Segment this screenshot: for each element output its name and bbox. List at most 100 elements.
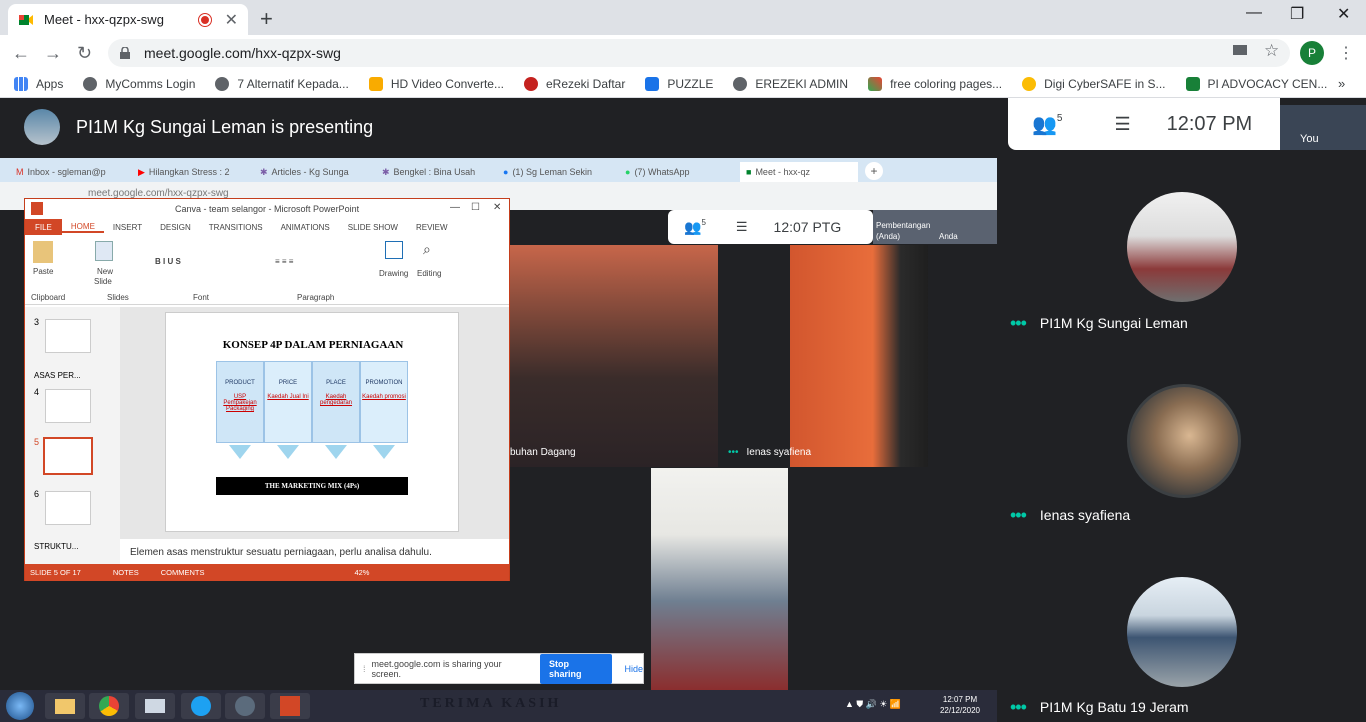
slide-col-product: PRODUCT USP Pempakejan Packaging — [216, 361, 264, 443]
taskbar-powerpoint-icon — [270, 693, 310, 719]
ppt-window-title: Canva - team selangor - Microsoft PowerP… — [175, 204, 360, 214]
browser-tab-meet[interactable]: Meet - hxx-qzpx-swg ✕ — [8, 4, 248, 35]
profile-avatar[interactable]: P — [1300, 41, 1324, 65]
powerpoint-window: Canva - team selangor - Microsoft PowerP… — [24, 198, 510, 581]
ppt-maximize-icon: ☐ — [471, 202, 480, 213]
participant-avatar-3[interactable] — [1127, 577, 1237, 687]
new-tab-button[interactable]: + — [260, 6, 273, 32]
bookmark-erezeki-daftar[interactable]: eRezeki Daftar — [523, 77, 625, 91]
screen-share-notice: ⁞ meet.google.com is sharing your screen… — [354, 653, 644, 684]
minimize-button[interactable]: — — [1246, 4, 1262, 22]
presenting-banner: PI1M Kg Sungai Leman is presenting — [0, 98, 1008, 156]
puzzle-icon — [645, 77, 660, 91]
new-slide-icon — [95, 241, 113, 261]
bookmark-mycomms[interactable]: MyComms Login — [83, 77, 195, 91]
ppt-tab-animations: ANIMATIONS — [280, 222, 330, 232]
slide-col-place: PLACE Kaedah pengedaran — [312, 361, 360, 443]
slide-col-promotion: PROMOTION Kaedah promosi — [360, 361, 408, 443]
video-tile-perniagaan: buhan Dagang — [510, 245, 718, 467]
address-bar[interactable]: meet.google.com/hxx-qzpx-swg — [108, 39, 1290, 67]
ppt-ribbon: Paste New Slide B I U S ≡ ≡ ≡ Drawing ⌕ … — [25, 235, 509, 305]
shared-tab-articles: ✱ Articles - Kg Sunga — [260, 166, 349, 178]
hide-button[interactable]: Hide — [624, 664, 643, 674]
forward-button[interactable]: → — [44, 43, 62, 64]
slide-thumb-3 — [45, 319, 91, 353]
slide-col-price: PRICE Kaedah Jual Ini — [264, 361, 312, 443]
shared-tab-youtube: ▶ Hilangkan Stress : 2 — [138, 166, 230, 178]
ppt-tab-review: REVIEW — [415, 222, 448, 232]
sheets-icon — [1185, 77, 1200, 91]
slide-arrow-4 — [373, 445, 395, 459]
slide-arrow-3 — [325, 445, 347, 459]
people-icon[interactable]: 👥 — [1032, 112, 1057, 137]
more-options-icon[interactable]: ••• — [1010, 506, 1027, 524]
video-label-b: ••• Ienas syafiena — [728, 447, 812, 458]
ppt-slide-thumbnails: 3 ASAS PER... 4 5 6 STRUKTU... — [25, 307, 120, 564]
bookmark-puzzle[interactable]: PUZZLE — [645, 77, 713, 91]
drawing-icon — [385, 241, 403, 259]
taskbar-camera-icon — [225, 693, 265, 719]
shared-chat-icon: ☰ — [735, 219, 748, 234]
ppt-tab-transitions: TRANSITIONS — [208, 222, 263, 232]
globe-icon — [83, 77, 98, 91]
shared-meet-top-bar: 👥 5 ☰ 12:07 PTG — [668, 210, 873, 244]
participant-name-3: ••• PI1M Kg Batu 19 Jeram — [1010, 697, 1189, 717]
participant-name-1: ••• PI1M Kg Sungai Leman — [1010, 313, 1188, 333]
participant-avatar-2[interactable] — [1127, 384, 1241, 498]
ppt-tab-home: HOME — [61, 222, 104, 233]
bookmark-digi[interactable]: Digi CyberSAFE in S... — [1022, 77, 1166, 91]
bookmark-alternatif[interactable]: 7 Alternatif Kepada... — [215, 77, 349, 91]
apps-grid-icon — [14, 77, 28, 91]
shared-tab-facebook: ● (1) Sg Leman Sekin — [503, 167, 592, 177]
star-icon[interactable]: ☆ — [1264, 41, 1279, 61]
slide-thumb-4 — [45, 389, 91, 423]
shared-people-count: 5 — [701, 217, 706, 227]
slide-arrow-1 — [229, 445, 251, 459]
bookmark-pi-advocacy[interactable]: PI ADVOCACY CEN... — [1185, 77, 1327, 91]
more-options-icon[interactable]: ••• — [1010, 314, 1027, 332]
menu-icon[interactable]: ⋮ — [1338, 43, 1354, 63]
taskbar-chrome-icon — [89, 693, 129, 719]
shared-tab-whatsapp: ● (7) WhatsApp — [625, 167, 690, 177]
video-label-a: buhan Dagang — [510, 447, 576, 458]
shared-new-tab-icon: + — [865, 162, 883, 180]
chat-icon[interactable]: ☰ — [1114, 114, 1130, 135]
marketing-mix-bar: THE MARKETING MIX (4Ps) — [216, 477, 408, 495]
close-window-button[interactable]: ✕ — [1337, 4, 1350, 24]
bookmark-erezeki-admin[interactable]: EREZEKI ADMIN — [733, 77, 848, 91]
ppt-notes-pane: Elemen asas menstruktur sesuatu perniaga… — [120, 539, 509, 564]
stop-sharing-button[interactable]: Stop sharing — [540, 653, 613, 684]
reload-button[interactable]: ↻ — [77, 43, 92, 64]
self-label: You — [1300, 133, 1319, 145]
more-options-icon[interactable]: ••• — [1010, 698, 1027, 716]
shared-tab-meet: ■ Meet - hxx-qz — [740, 162, 858, 182]
maximize-button[interactable]: ❐ — [1290, 4, 1304, 24]
bookmarks-overflow-icon[interactable]: » — [1338, 76, 1345, 91]
windows-start-icon — [6, 692, 34, 720]
ppt-titlebar: Canva - team selangor - Microsoft PowerP… — [25, 199, 509, 219]
self-video-tile[interactable]: You — [1280, 105, 1366, 150]
share-notice-text: meet.google.com is sharing your screen. — [371, 658, 502, 679]
bookmark-coloring[interactable]: free coloring pages... — [868, 77, 1002, 91]
close-tab-icon[interactable]: ✕ — [225, 10, 238, 30]
bookmark-apps[interactable]: Apps — [14, 77, 63, 91]
lock-icon — [120, 47, 130, 59]
shared-self-tiles: Pembentangan (Anda) Anda — [873, 210, 997, 244]
back-button[interactable]: ← — [12, 43, 30, 64]
bookmark-hd-video[interactable]: HD Video Converte... — [368, 77, 504, 91]
notes-toggle: NOTES — [112, 568, 139, 577]
meet-top-bar: 👥 5 ☰ 12:07 PM — [1008, 98, 1280, 150]
url-text: meet.google.com/hxx-qzpx-swg — [144, 45, 341, 61]
camera-icon[interactable] — [1233, 45, 1247, 55]
presenter-avatar — [24, 109, 60, 145]
ppt-tab-slideshow: SLIDE SHOW — [347, 222, 398, 232]
shared-people-icon: 👥 — [684, 218, 702, 235]
globe-icon — [733, 77, 748, 91]
ppt-ribbon-tabs: FILE HOME INSERT DESIGN TRANSITIONS ANIM… — [25, 219, 509, 235]
system-tray-icons: ▲ ⛊ 🔊 ☀ 📶 — [845, 699, 902, 709]
video-tile-ienas — [790, 245, 928, 467]
shared-tab-inbox: M Inbox - sgleman@p — [16, 167, 106, 177]
video-gap — [718, 245, 790, 467]
participant-avatar-1[interactable] — [1127, 192, 1237, 302]
drag-handle-icon[interactable]: ⁞ — [363, 664, 366, 674]
